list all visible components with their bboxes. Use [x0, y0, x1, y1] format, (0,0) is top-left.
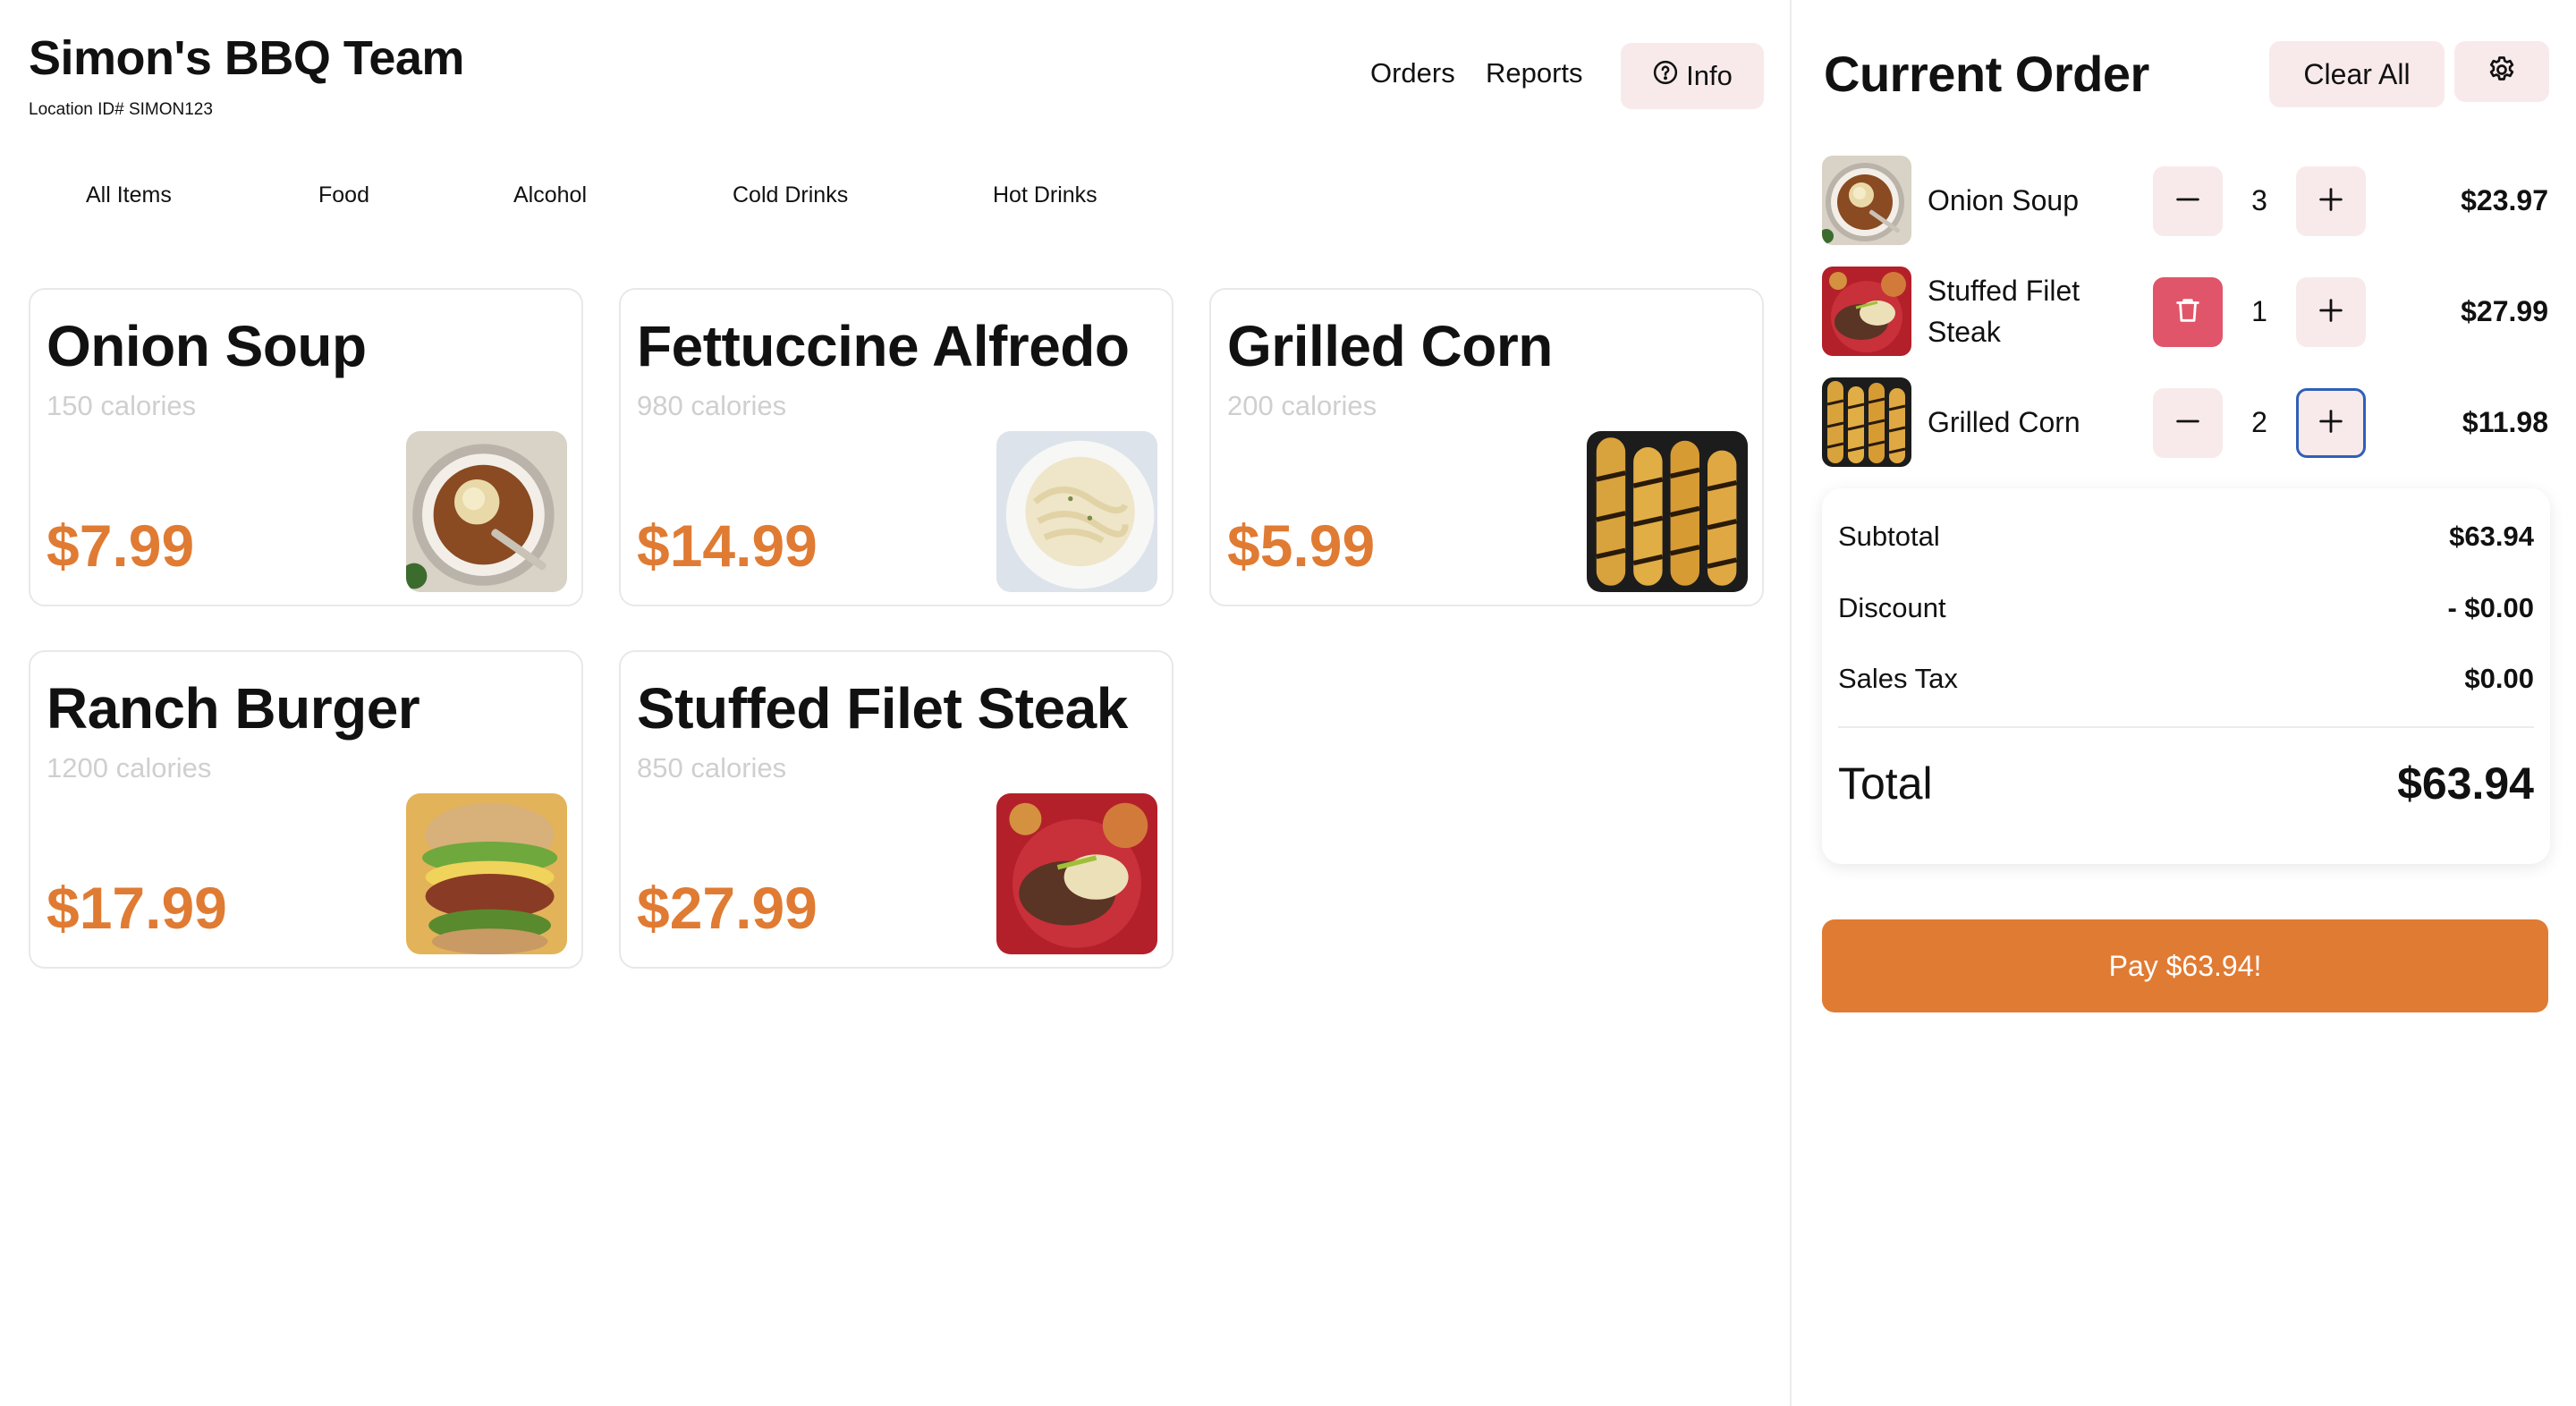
plus-icon — [2316, 184, 2346, 219]
menu-card-stuffed-filet-steak[interactable]: Stuffed Filet Steak 850 calories $27.99 — [619, 650, 1174, 969]
line-item-quantity: 3 — [2251, 183, 2267, 216]
increase-qty-button[interactable] — [2296, 277, 2366, 347]
line-item-name: Grilled Corn — [1928, 406, 2080, 438]
remove-item-button[interactable] — [2153, 277, 2223, 347]
category-tab-cold-drinks[interactable]: Cold Drinks — [733, 182, 848, 208]
menu-card-onion-soup[interactable]: Onion Soup 150 calories $7.99 — [29, 288, 583, 606]
trash-icon — [2173, 295, 2203, 330]
category-tab-all-items[interactable]: All Items — [86, 182, 172, 208]
onion-soup-thumbnail — [1822, 156, 1911, 245]
sales-tax-label: Sales Tax — [1838, 663, 1958, 694]
plus-icon — [2316, 295, 2346, 330]
team-title: Simon's BBQ Team — [29, 31, 464, 85]
grilled-corn-photo — [1587, 431, 1748, 592]
ranch-burger-photo — [406, 793, 567, 954]
menu-item-price: $27.99 — [637, 875, 818, 941]
line-item-name: Onion Soup — [1928, 184, 2080, 216]
order-title: Current Order — [1824, 46, 2149, 102]
total-row: Total $63.94 — [1838, 751, 2534, 816]
decrease-qty-button[interactable] — [2153, 166, 2223, 236]
line-item-price: $11.98 — [2462, 405, 2548, 438]
discount-value: - $0.00 — [2447, 592, 2534, 623]
sales-tax-row: Sales Tax $0.00 — [1838, 657, 2534, 700]
order-line-item: Onion Soup 3 $23.97 — [1822, 156, 2548, 245]
menu-item-name: Onion Soup — [47, 314, 367, 378]
line-item-price: $23.97 — [2461, 183, 2548, 216]
order-summary-card: Subtotal $63.94 Discount - $0.00 Sales T… — [1822, 488, 2550, 864]
menu-card-fettuccine-alfredo[interactable]: Fettuccine Alfredo 980 calories $14.99 — [619, 288, 1174, 606]
fettuccine-photo — [996, 431, 1157, 592]
menu-card-grilled-corn[interactable]: Grilled Corn 200 calories $5.99 — [1209, 288, 1764, 606]
menu-item-calories: 980 calories — [637, 390, 787, 421]
menu-item-calories: 200 calories — [1227, 390, 1377, 421]
location-id: Location ID# SIMON123 — [29, 100, 213, 119]
gear-icon — [2486, 54, 2518, 90]
category-tab-food[interactable]: Food — [318, 182, 369, 208]
decrease-qty-button[interactable] — [2153, 388, 2223, 458]
minus-icon — [2173, 406, 2203, 441]
nav-orders-link[interactable]: Orders — [1370, 57, 1455, 89]
menu-pane: Simon's BBQ Team Location ID# SIMON123 O… — [0, 0, 1792, 1406]
category-tab-alcohol[interactable]: Alcohol — [513, 182, 587, 208]
pay-button[interactable]: Pay $63.94! — [1822, 919, 2548, 1012]
menu-item-name: Fettuccine Alfredo — [637, 314, 1130, 378]
filet-steak-thumbnail — [1822, 267, 1911, 356]
category-tab-hot-drinks[interactable]: Hot Drinks — [993, 182, 1097, 208]
menu-item-calories: 150 calories — [47, 390, 197, 421]
order-pane: Current Order Clear All Onion Soup 3 $23… — [1793, 0, 2576, 1406]
nav-reports-link[interactable]: Reports — [1486, 57, 1583, 89]
menu-item-price: $14.99 — [637, 512, 818, 579]
pos-app: Simon's BBQ Team Location ID# SIMON123 O… — [0, 0, 2576, 1406]
order-line-item: Stuffed Filet Steak 1 $27.99 — [1822, 267, 2548, 356]
order-line-item: Grilled Corn 2 $11.98 — [1822, 377, 2548, 467]
menu-item-name: Ranch Burger — [47, 676, 420, 741]
menu-item-price: $7.99 — [47, 512, 195, 579]
line-item-price: $27.99 — [2461, 294, 2548, 327]
info-button[interactable]: Info — [1621, 43, 1764, 109]
total-label: Total — [1838, 758, 1933, 809]
increase-qty-button[interactable] — [2296, 388, 2366, 458]
subtotal-row: Subtotal $63.94 — [1838, 515, 2534, 558]
info-button-label: Info — [1686, 60, 1733, 91]
clear-all-button[interactable]: Clear All — [2269, 41, 2445, 107]
line-item-quantity: 1 — [2251, 294, 2267, 327]
settings-button[interactable] — [2454, 41, 2549, 102]
menu-item-calories: 1200 calories — [47, 752, 212, 783]
increase-qty-button[interactable] — [2296, 166, 2366, 236]
menu-item-price: $5.99 — [1227, 512, 1376, 579]
total-value: $63.94 — [2397, 758, 2534, 809]
filet-steak-photo — [996, 793, 1157, 954]
line-item-quantity: 2 — [2251, 405, 2267, 438]
subtotal-value: $63.94 — [2449, 521, 2534, 552]
subtotal-label: Subtotal — [1838, 521, 1940, 552]
minus-icon — [2173, 184, 2203, 219]
menu-item-name: Grilled Corn — [1227, 314, 1553, 378]
sales-tax-value: $0.00 — [2464, 663, 2534, 694]
onion-soup-photo — [406, 431, 567, 592]
menu-item-price: $17.99 — [47, 875, 227, 941]
grilled-corn-thumbnail — [1822, 377, 1911, 467]
line-item-name: Stuffed Filet Steak — [1928, 275, 2080, 348]
plus-icon — [2316, 406, 2346, 441]
discount-row: Discount - $0.00 — [1838, 587, 2534, 630]
discount-label: Discount — [1838, 592, 1946, 623]
menu-item-calories: 850 calories — [637, 752, 787, 783]
menu-card-ranch-burger[interactable]: Ranch Burger 1200 calories $17.99 — [29, 650, 583, 969]
summary-divider — [1838, 726, 2534, 728]
help-circle-icon — [1652, 59, 1679, 93]
menu-item-name: Stuffed Filet Steak — [637, 676, 1128, 741]
